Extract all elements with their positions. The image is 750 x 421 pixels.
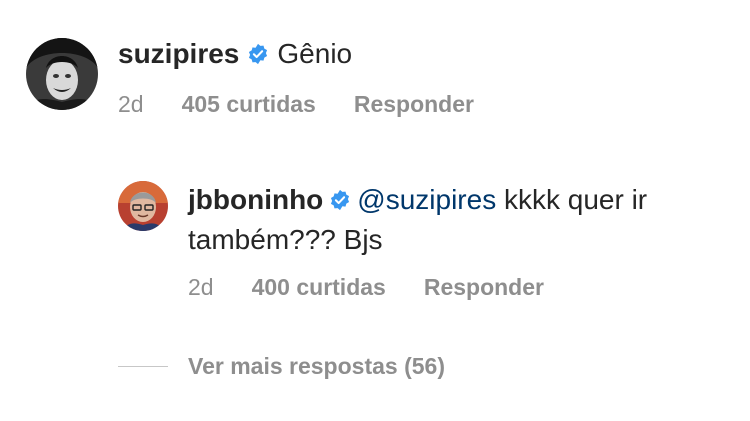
verified-badge-icon xyxy=(247,43,269,65)
view-more-label[interactable]: Ver mais respostas (56) xyxy=(188,353,445,380)
comment-header: suzipires Gênio xyxy=(118,38,352,70)
comment-meta: 2d 405 curtidas Responder xyxy=(118,90,474,118)
reply-meta: 2d 400 curtidas Responder xyxy=(188,273,544,301)
reply-time[interactable]: 2d xyxy=(188,273,214,301)
reply-body: jbboninho @suzipires kkkk quer ir também… xyxy=(188,180,718,260)
reply-mention[interactable]: @suzipires xyxy=(357,184,496,215)
view-more-replies[interactable]: Ver mais respostas (56) xyxy=(118,353,445,380)
verified-badge-icon xyxy=(329,189,351,211)
reply-likes[interactable]: 400 curtidas xyxy=(252,273,386,301)
reply-username[interactable]: jbboninho xyxy=(188,184,323,215)
avatar-suzipires[interactable] xyxy=(26,38,98,110)
reply-reply-button[interactable]: Responder xyxy=(424,273,544,301)
avatar-image xyxy=(26,38,98,110)
reply-button[interactable]: Responder xyxy=(354,90,474,118)
comment-time[interactable]: 2d xyxy=(118,90,144,118)
avatar-image xyxy=(118,181,168,231)
avatar-jbboninho[interactable] xyxy=(118,181,168,231)
comment-username[interactable]: suzipires xyxy=(118,38,239,70)
comment-text: Gênio xyxy=(277,38,353,69)
comment-likes[interactable]: 405 curtidas xyxy=(182,90,316,118)
divider-line xyxy=(118,366,168,367)
